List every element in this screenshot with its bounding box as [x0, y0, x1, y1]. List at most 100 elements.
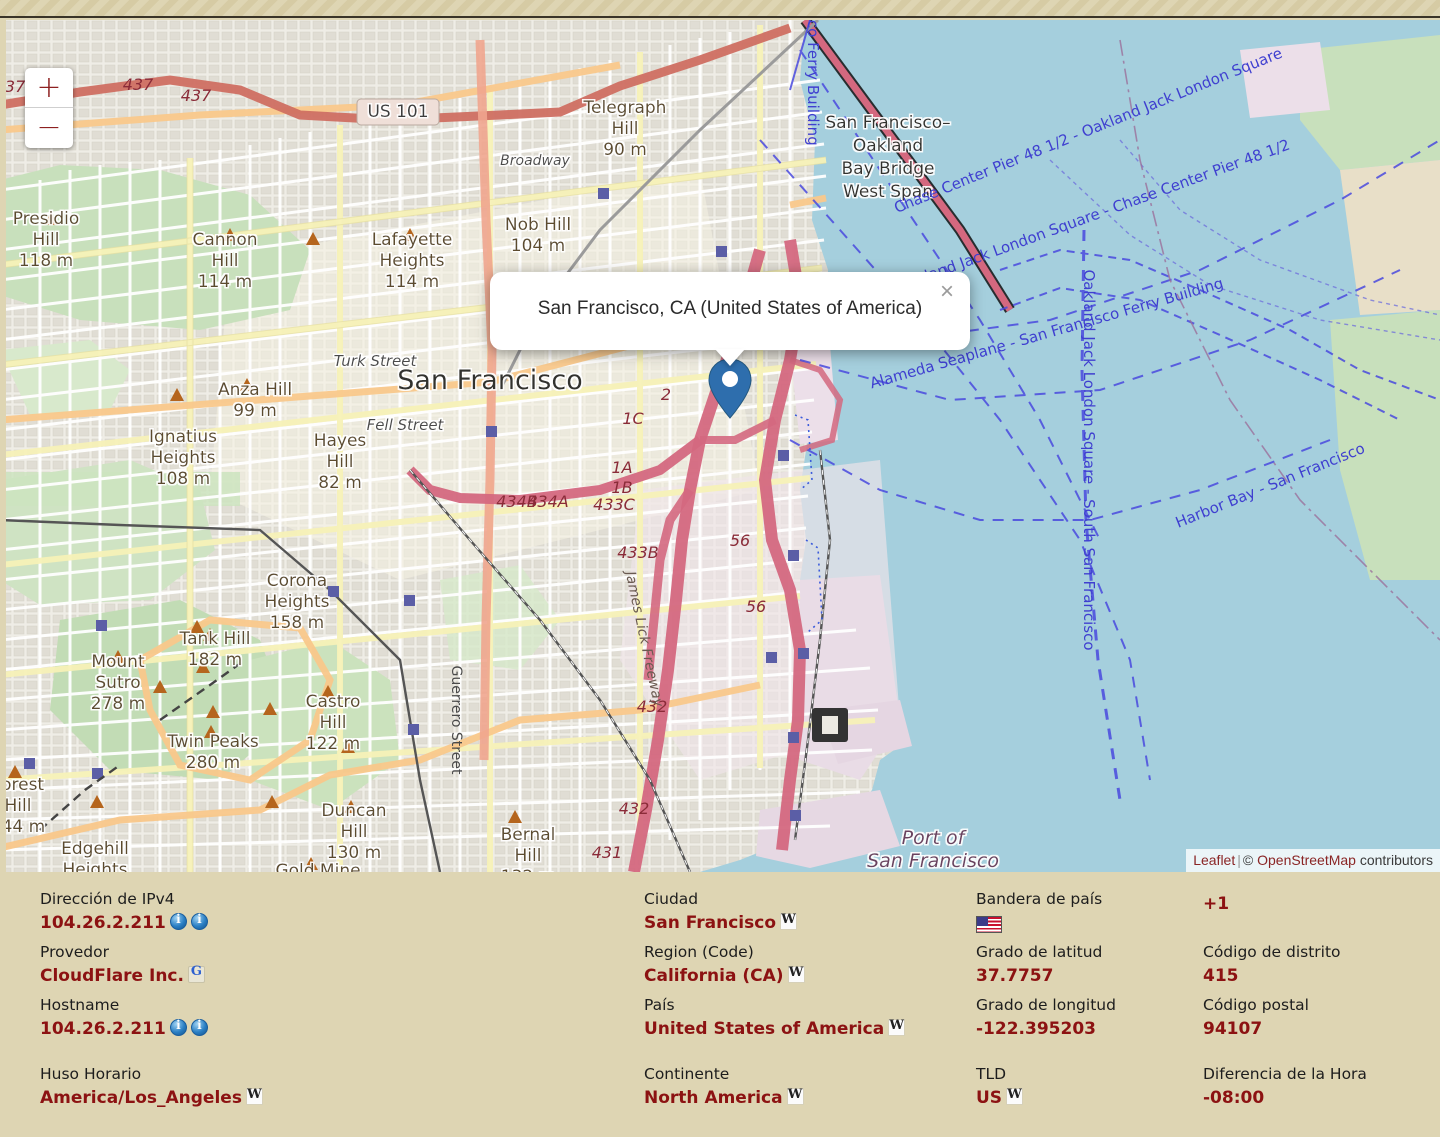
info-value-text[interactable]: 37.7757 — [976, 966, 1053, 986]
info-value-text[interactable]: 94107 — [1203, 1019, 1262, 1039]
close-icon[interactable]: × — [940, 280, 954, 304]
info-field-value[interactable]: San Francisco — [644, 912, 797, 936]
info-field-value[interactable]: CloudFlare Inc. — [40, 964, 205, 989]
info-value-text[interactable]: 104.26.2.211 — [40, 1019, 166, 1039]
map-label: 104 m — [511, 236, 565, 256]
zoom-in-button[interactable]: + — [25, 68, 73, 108]
info-value-text[interactable]: -08:00 — [1203, 1088, 1264, 1108]
info-icon[interactable] — [190, 1018, 208, 1042]
info-value-text[interactable]: California (CA) — [644, 966, 784, 986]
info-field: Provedor CloudFlare Inc. — [40, 943, 205, 989]
info-field: TLD US — [976, 1065, 1024, 1111]
zoom-out-button[interactable]: − — [25, 108, 73, 148]
map-label: Corona — [267, 571, 327, 591]
info-field-value[interactable]: 415 — [1203, 965, 1341, 987]
top-striped-band — [0, 0, 1440, 18]
info-field-value[interactable]: +1 — [1203, 893, 1229, 915]
info-field: Grado de longitud -122.395203 — [976, 996, 1116, 1040]
info-value-text[interactable]: 104.26.2.211 — [40, 913, 166, 933]
info-value-text[interactable]: +1 — [1203, 894, 1229, 914]
map-label: US 101 — [367, 102, 428, 122]
country-flag-icon[interactable] — [976, 915, 1002, 935]
map-label: 118 m — [19, 251, 73, 271]
info-field-value[interactable]: 104.26.2.211 — [40, 1018, 208, 1042]
info-field-value[interactable]: North America — [644, 1087, 804, 1111]
map-label: Hill — [612, 119, 639, 139]
info-value-text[interactable]: North America — [644, 1088, 783, 1108]
info-field: Grado de latitud 37.7757 — [976, 943, 1102, 987]
motorway-ref-label: 437 — [181, 86, 212, 105]
info-field-value[interactable]: United States of America — [644, 1018, 906, 1042]
map-label: 130 m — [327, 843, 381, 863]
info-field-label: Continente — [644, 1065, 730, 1083]
info-field-value[interactable]: US — [976, 1087, 1024, 1111]
map-label: Hill — [5, 796, 32, 816]
info-value-text[interactable]: US — [976, 1088, 1002, 1108]
info-value-text[interactable]: CloudFlare Inc. — [40, 966, 184, 986]
map-label: Mount — [91, 652, 145, 672]
info-value-text[interactable]: United States of America — [644, 1019, 884, 1039]
motorway-ref-label: 2 — [661, 385, 671, 404]
wikipedia-icon[interactable] — [786, 1087, 804, 1111]
info-field: Diferencia de la Hora -08:00 — [1203, 1065, 1367, 1109]
info-field: País United States of America — [644, 996, 906, 1042]
map-label: 114 m — [385, 272, 439, 292]
wikipedia-icon[interactable] — [1006, 1087, 1024, 1111]
wikipedia-icon[interactable] — [787, 965, 805, 989]
info-field-value[interactable]: -122.395203 — [976, 1018, 1116, 1040]
wikipedia-icon[interactable] — [888, 1018, 906, 1042]
map-label: Hayes — [314, 431, 367, 451]
wikipedia-icon[interactable] — [245, 1087, 263, 1111]
info-value-text[interactable]: 415 — [1203, 966, 1239, 986]
info-icon[interactable] — [190, 912, 208, 936]
map-tiles: San FranciscoPresidioHill118 mCannonHill… — [0, 20, 1440, 872]
info-field-label: Ciudad — [644, 890, 699, 908]
info-value-text[interactable]: America/Los_Angeles — [40, 1088, 242, 1108]
leaflet-link[interactable]: Leaflet — [1193, 852, 1235, 868]
info-field-label: TLD — [976, 1065, 1007, 1083]
map-label: Hill — [33, 230, 60, 250]
info-field-label: Provedor — [40, 943, 109, 961]
map-label: Port of — [902, 827, 968, 849]
ferry-route-label: Oakland Jack London Square - South San F… — [1080, 269, 1098, 650]
motorway-ref-label: 433C — [593, 495, 636, 514]
info-field-label: Dirección de IPv4 — [40, 890, 175, 908]
openstreetmap-link[interactable]: OpenStreetMap — [1257, 852, 1356, 868]
map-popup[interactable]: San Francisco, CA (United States of Amer… — [490, 272, 970, 366]
page-root: San Francisco Presidio Hill 118 m Cannon Hill… — [0, 0, 1440, 1137]
info-field-value[interactable]: California (CA) — [644, 965, 805, 989]
google-icon[interactable] — [187, 964, 205, 989]
map-label: Anza Hill — [218, 380, 292, 400]
info-field: Bandera de país — [976, 890, 1102, 936]
map-label: 280 m — [186, 753, 240, 773]
location-marker-pin[interactable] — [708, 358, 752, 424]
map-label: San Francisco — [397, 365, 582, 396]
map-label: Telegraph — [583, 98, 667, 118]
map-label: Castro — [306, 692, 361, 712]
info-field-value[interactable]: America/Los_Angeles — [40, 1087, 263, 1111]
info-field-value[interactable]: 94107 — [1203, 1018, 1309, 1040]
zoom-controls[interactable]: + − — [25, 68, 73, 148]
map-label: 82 m — [318, 473, 362, 493]
info-field-label: Bandera de país — [976, 890, 1103, 908]
map-label: Presidio — [13, 209, 80, 229]
info-field-value[interactable]: 37.7757 — [976, 965, 1102, 987]
info-field-value[interactable]: -08:00 — [1203, 1087, 1367, 1109]
motorway-ref-label: 434A — [527, 492, 568, 511]
map-label: Duncan — [321, 801, 386, 821]
map-label: Lafayette — [372, 230, 453, 250]
info-field-value[interactable]: 104.26.2.211 — [40, 912, 208, 936]
leaflet-map[interactable]: San Francisco Presidio Hill 118 m Cannon Hill… — [0, 20, 1440, 872]
wikipedia-icon[interactable] — [780, 912, 797, 936]
map-label: Hill — [515, 846, 542, 866]
info-field-label: Grado de longitud — [976, 996, 1116, 1014]
info-field-label: Hostname — [40, 996, 120, 1014]
info-icon[interactable] — [169, 1018, 187, 1042]
map-attribution: Leaflet | © OpenStreetMap contributors — [1186, 849, 1440, 872]
map-label: 108 m — [156, 469, 210, 489]
info-value-text[interactable]: San Francisco — [644, 913, 776, 933]
map-label: Nob Hill — [505, 215, 571, 235]
info-icon[interactable] — [169, 912, 187, 936]
info-value-text[interactable]: -122.395203 — [976, 1019, 1096, 1039]
map-label: Heights — [264, 592, 329, 612]
